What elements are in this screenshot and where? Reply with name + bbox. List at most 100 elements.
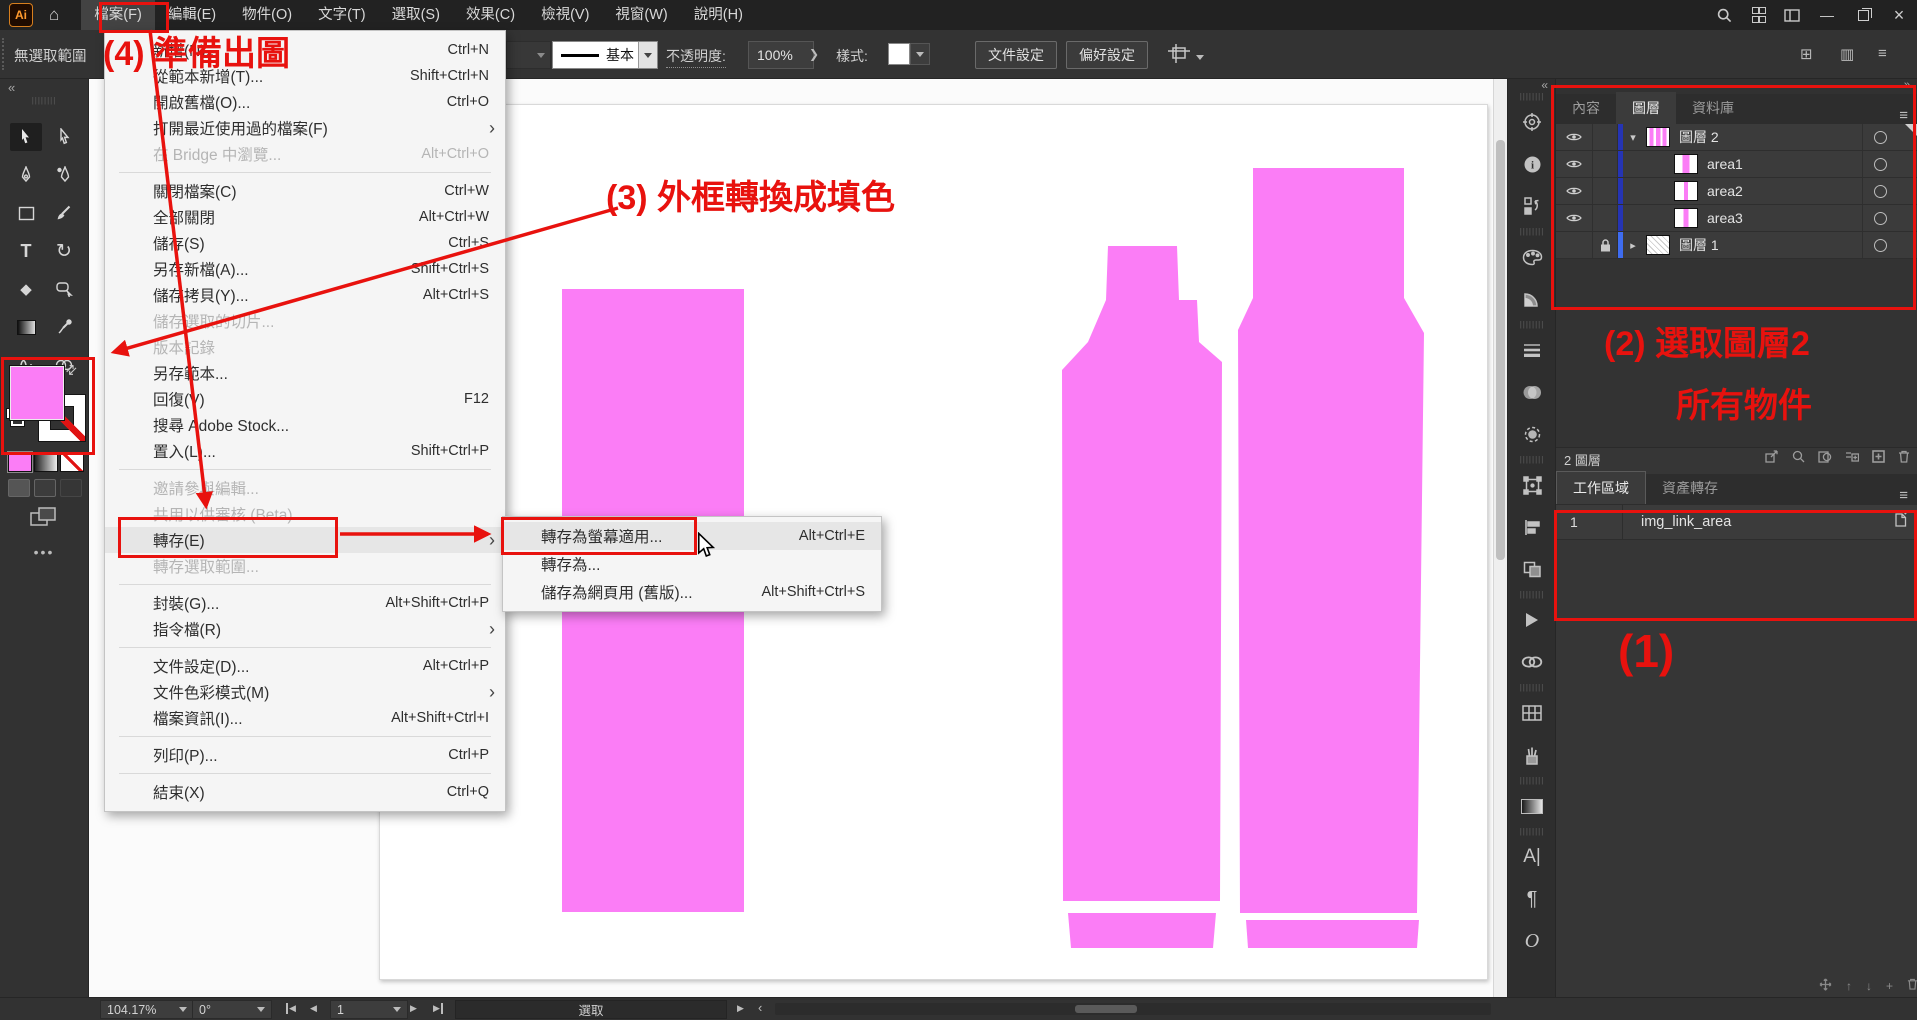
object-name[interactable]: area2 [1707, 183, 1743, 199]
pathfinder-panel-icon[interactable] [1508, 548, 1556, 590]
visibility-eye-icon[interactable] [1556, 205, 1593, 231]
brushes-panel-icon[interactable] [1508, 734, 1556, 776]
chevron-down-icon[interactable] [1196, 49, 1204, 67]
vertical-scrollbar[interactable] [1493, 78, 1507, 997]
properties-panel-icon[interactable] [1508, 101, 1556, 143]
new-sublayer-icon[interactable] [1845, 450, 1859, 468]
lock-cell[interactable] [1593, 124, 1618, 150]
edit-toolbar-icon[interactable]: ••• [0, 544, 88, 560]
menu-window[interactable]: 視窗(W) [602, 0, 680, 30]
visibility-eye-cell[interactable] [1556, 232, 1593, 258]
locate-object-icon[interactable] [1792, 450, 1805, 468]
type-tool[interactable]: T [10, 237, 42, 265]
artboard-name[interactable]: img_link_area [1623, 514, 1731, 530]
touch-workspace-icon[interactable]: ⊞ [1800, 45, 1813, 63]
tab-layers[interactable]: 圖層 [1616, 92, 1676, 124]
arrange-documents-icon[interactable] [1775, 0, 1809, 30]
hamburger-menu-icon[interactable]: ≡ [1878, 45, 1887, 62]
tab-asset-export[interactable]: 資產轉存 [1646, 472, 1734, 504]
menu-item-revert[interactable]: 回復(V)F12 [105, 386, 505, 412]
tab-artboards[interactable]: 工作區域 [1556, 471, 1646, 504]
horizontal-scrollbar-thumb[interactable] [1075, 1005, 1137, 1013]
align-panel-icon[interactable] [1508, 506, 1556, 548]
menu-item-export-as[interactable]: 轉存為... [503, 550, 881, 578]
color-guide-panel-icon[interactable] [1508, 278, 1556, 320]
color-panel-icon[interactable] [1508, 236, 1556, 278]
lock-cell[interactable] [1593, 178, 1618, 204]
opacity-input[interactable]: 100% [748, 41, 814, 69]
stroke-panel-icon[interactable] [1508, 329, 1556, 371]
layer-thumbnail[interactable] [1646, 127, 1670, 147]
dock-grip[interactable]: |||||||| [1508, 455, 1556, 464]
area3-base[interactable] [1246, 920, 1419, 948]
paintbrush-tool[interactable] [48, 199, 80, 227]
menu-object[interactable]: 物件(O) [229, 0, 305, 30]
opacity-stepper-icon[interactable]: ❯ [806, 41, 822, 67]
area2-bottle[interactable] [1062, 246, 1222, 901]
menu-item-close[interactable]: 關閉檔案(C)Ctrl+W [105, 178, 505, 204]
object-thumbnail[interactable] [1674, 181, 1698, 201]
transparency-panel-icon[interactable] [1508, 371, 1556, 413]
pen-tool[interactable] [10, 161, 42, 189]
transform-panel-icon[interactable] [1508, 464, 1556, 506]
menu-item-document-color-mode[interactable]: 文件色彩模式(M)› [105, 679, 505, 705]
collapse-toolbar-icon[interactable]: « [8, 80, 15, 95]
new-artboard-icon[interactable]: + [1886, 979, 1893, 993]
object-name[interactable]: area1 [1707, 156, 1743, 172]
none-mode-button[interactable] [60, 452, 84, 472]
menu-item-open-recent[interactable]: 打開最近使用過的檔案(F)› [105, 115, 505, 141]
horizontal-scrollbar[interactable] [775, 1003, 1491, 1015]
area3-bottle[interactable] [1238, 168, 1424, 913]
dock-grip[interactable]: |||||||| [1508, 827, 1556, 836]
gradient-mode-button[interactable] [34, 452, 58, 472]
curvature-tool[interactable] [48, 161, 80, 189]
dock-grip[interactable]: |||||||| [1508, 227, 1556, 236]
move-artboard-icon[interactable] [1819, 978, 1832, 994]
style-swatch[interactable] [888, 43, 910, 65]
chevron-down-icon[interactable] [638, 42, 657, 68]
draw-inside-button[interactable] [60, 479, 82, 497]
dock-grip[interactable]: |||||||| [1508, 590, 1556, 599]
menu-item-open[interactable]: 開啟舊檔(O)...Ctrl+O [105, 89, 505, 115]
object-thumbnail[interactable] [1674, 154, 1698, 174]
draw-behind-button[interactable] [34, 479, 56, 497]
move-down-icon[interactable]: ↓ [1866, 979, 1872, 993]
menu-item-new-from-template[interactable]: 從範本新增(T)...Shift+Ctrl+N [105, 63, 505, 89]
swatches-panel-icon[interactable] [1508, 692, 1556, 734]
crop-marks-icon[interactable] [1166, 43, 1192, 65]
color-mode-button[interactable] [8, 452, 32, 472]
menu-item-save-as[interactable]: 另存新檔(A)...Shift+Ctrl+S [105, 256, 505, 282]
rectangle-tool[interactable] [10, 199, 42, 227]
paragraph-panel-icon[interactable]: ¶ [1508, 878, 1556, 920]
layer-row-area1[interactable]: area1 [1556, 151, 1917, 178]
menu-item-save[interactable]: 儲存(S)Ctrl+S [105, 230, 505, 256]
menu-item-exit[interactable]: 結束(X)Ctrl+Q [105, 779, 505, 805]
previous-artboard-icon[interactable]: ◀ [310, 1003, 317, 1014]
gradient-tool[interactable] [10, 313, 42, 341]
lock-cell[interactable] [1593, 151, 1618, 177]
draw-normal-button[interactable] [8, 479, 30, 497]
panel-dock-icon[interactable]: ▥ [1840, 45, 1854, 63]
first-artboard-icon[interactable]: ◀ [286, 1003, 296, 1014]
dock-grip[interactable]: |||||||| [1508, 683, 1556, 692]
artboard-number-dropdown[interactable]: 1 [330, 1000, 408, 1019]
document-setup-button[interactable]: 文件設定 [975, 41, 1057, 69]
chevron-down-icon[interactable]: ▾ [1626, 131, 1640, 144]
menu-item-print[interactable]: 列印(P)...Ctrl+P [105, 742, 505, 768]
menu-item-export[interactable]: 轉存(E)› [105, 527, 505, 553]
menu-edit[interactable]: 編輯(E) [155, 0, 229, 30]
selection-options-icon[interactable] [1508, 413, 1556, 455]
menu-item-export-for-screens[interactable]: 轉存為螢幕適用...Alt+Ctrl+E [503, 522, 881, 550]
rotation-dropdown[interactable]: 0° [192, 1000, 272, 1019]
last-artboard-icon[interactable]: ▶ [432, 1003, 443, 1014]
layer-row-layer1[interactable]: ▸ 圖層 1 [1556, 232, 1917, 259]
restore-button[interactable] [1845, 0, 1881, 30]
close-button[interactable]: × [1881, 0, 1917, 30]
rotate-tool[interactable]: ↻ [48, 237, 80, 265]
layer-row-layer2[interactable]: ▾ 圖層 2 [1556, 124, 1917, 151]
menu-item-search-adobe-stock[interactable]: 搜尋 Adobe Stock... [105, 412, 505, 438]
visibility-eye-icon[interactable] [1556, 178, 1593, 204]
menu-help[interactable]: 說明(H) [681, 0, 756, 30]
artboard-row[interactable]: 1 img_link_area [1556, 504, 1917, 540]
menu-item-package[interactable]: 封裝(G)...Alt+Shift+Ctrl+P [105, 590, 505, 616]
